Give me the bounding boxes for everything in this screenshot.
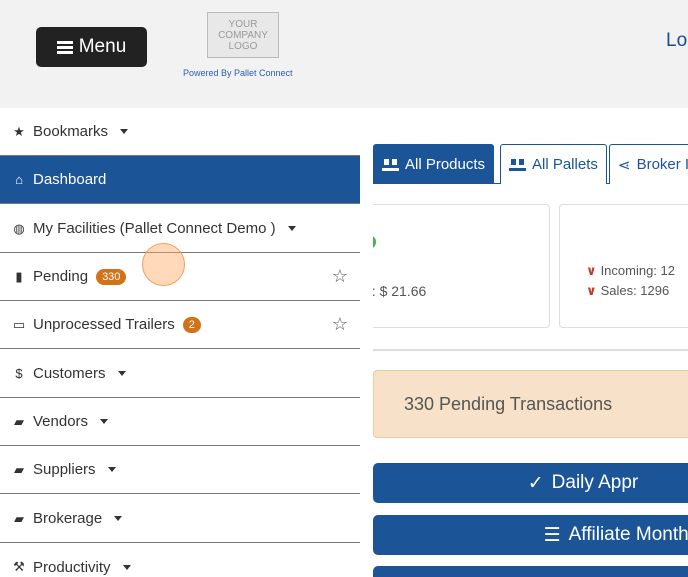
sidebar-item-bookmarks[interactable]: ★ Bookmarks [0,108,360,156]
sidebar-item-label: Dashboard [33,171,107,188]
login-link[interactable]: Lo [666,30,687,52]
hamburger-icon [56,40,73,54]
sidebar-item-unprocessed-trailers[interactable]: ▭ Unprocessed Trailers 2 ☆ [0,301,360,349]
sidebar-item-label: Brokerage [33,510,103,527]
powered-by-text: Powered By Pallet Connect [183,68,293,78]
clipboard-icon: ▮ [15,268,23,284]
section-divider [373,349,688,351]
sidebar-item-label: Unprocessed Trailers [33,316,175,333]
dollar-icon: $ [15,366,23,381]
affiliate-monthly-label: Affiliate Monthly [568,524,688,545]
sidebar-item-productivity[interactable]: ⚒ Productivity [0,543,360,577]
tab-label: All Products [405,156,486,173]
pending-transactions-alert[interactable]: 330 Pending Transactions [373,370,688,438]
daily-approval-button[interactable]: ✓ Daily Appr [373,463,688,503]
sidebar-item-label: Vendors [33,413,89,430]
tab-all-pallets[interactable]: All Pallets [500,144,607,184]
incoming-stat: ∨ Incoming: 12 [586,263,675,278]
product-tabs: All Products All Pallets ⋖ Broker I [373,144,688,184]
pallet-icon [382,158,399,171]
list-icon: ☰ [543,524,561,546]
chevron-down-icon [107,467,116,472]
menu-button-label: Menu [78,36,127,57]
chevron-down-icon [120,129,129,134]
daily-approval-label: Daily Appr [551,472,639,493]
click-indicator [142,243,185,286]
truck-moving-icon: ▰ [14,510,24,526]
sidebar-item-customers[interactable]: $ Customers [0,350,360,398]
check-icon: ✓ [527,472,544,494]
bookmark-star-icon[interactable]: ☆ [332,314,348,335]
affiliate-monthly-button[interactable]: ☰ Affiliate Monthly [373,515,688,555]
tab-broker[interactable]: ⋖ Broker I [609,144,688,184]
sidebar-item-label: Suppliers [33,461,96,478]
product-summary-card: n: $ 21.66 [373,204,550,328]
home-icon: ⌂ [15,172,23,187]
price-value: n: $ 21.66 [373,283,427,299]
sidebar-item-label: Customers [33,365,106,382]
star-icon: ★ [13,123,25,139]
sidebar-item-label: Pending [33,268,89,285]
sidebar-item-vendors[interactable]: ▰ Vendors [0,398,360,446]
sidebar: ★ Bookmarks ⌂ Dashboard ◍ My Facilities … [0,108,360,577]
trailers-count-badge: 2 [182,316,201,333]
main-content: All Products All Pallets ⋖ Broker I n: $… [360,108,688,577]
sidebar-item-label: My Facilities (Pallet Connect Demo ) [33,220,276,237]
main-panel: All Products All Pallets ⋖ Broker I n: $… [373,108,688,577]
globe-icon: ◍ [13,220,25,236]
status-ring-icon [373,235,376,249]
tab-label: Broker I [636,156,688,173]
tab-label: All Pallets [532,156,598,173]
next-action-button[interactable] [373,566,688,577]
pending-transactions-text: 330 Pending Transactions [404,393,613,414]
pallet-icon [509,158,526,171]
sidebar-item-my-facilities[interactable]: ◍ My Facilities (Pallet Connect Demo ) [0,205,360,253]
sidebar-item-label: Productivity [33,558,111,576]
chevron-down-icon: ∨ [586,263,597,278]
chevron-down-icon [114,516,123,521]
menu-button[interactable]: Menu [36,27,147,67]
company-logo-text: YOUR COMPANY LOGO [218,18,268,52]
share-icon: ⋖ [618,156,631,174]
sales-stat: ∨ Sales: 1296 [586,283,670,298]
sidebar-item-label: Bookmarks [33,123,109,140]
chevron-down-icon [117,371,126,376]
truck-loading-icon: ▰ [14,461,24,477]
pending-count-badge: 330 [96,268,127,285]
chevron-down-icon: ∨ [586,283,597,298]
hammer-icon: ⚒ [13,559,25,574]
trailer-icon: ▭ [12,316,26,332]
bookmark-star-icon[interactable]: ☆ [332,266,348,287]
sidebar-item-suppliers[interactable]: ▰ Suppliers [0,446,360,494]
chevron-down-icon [122,564,131,570]
sidebar-item-dashboard[interactable]: ⌂ Dashboard [0,156,360,204]
truck-icon: ▰ [14,413,24,429]
sidebar-item-brokerage[interactable]: ▰ Brokerage [0,495,360,543]
tab-all-products[interactable]: All Products [373,144,495,184]
top-header: Menu YOUR COMPANY LOGO Powered By Pallet… [0,0,688,108]
company-logo[interactable]: YOUR COMPANY LOGO [207,12,279,58]
chevron-down-icon [100,419,109,424]
chevron-down-icon [287,226,296,231]
pallet-summary-card: ∨ Incoming: 12 ∨ Sales: 1296 [559,204,688,328]
